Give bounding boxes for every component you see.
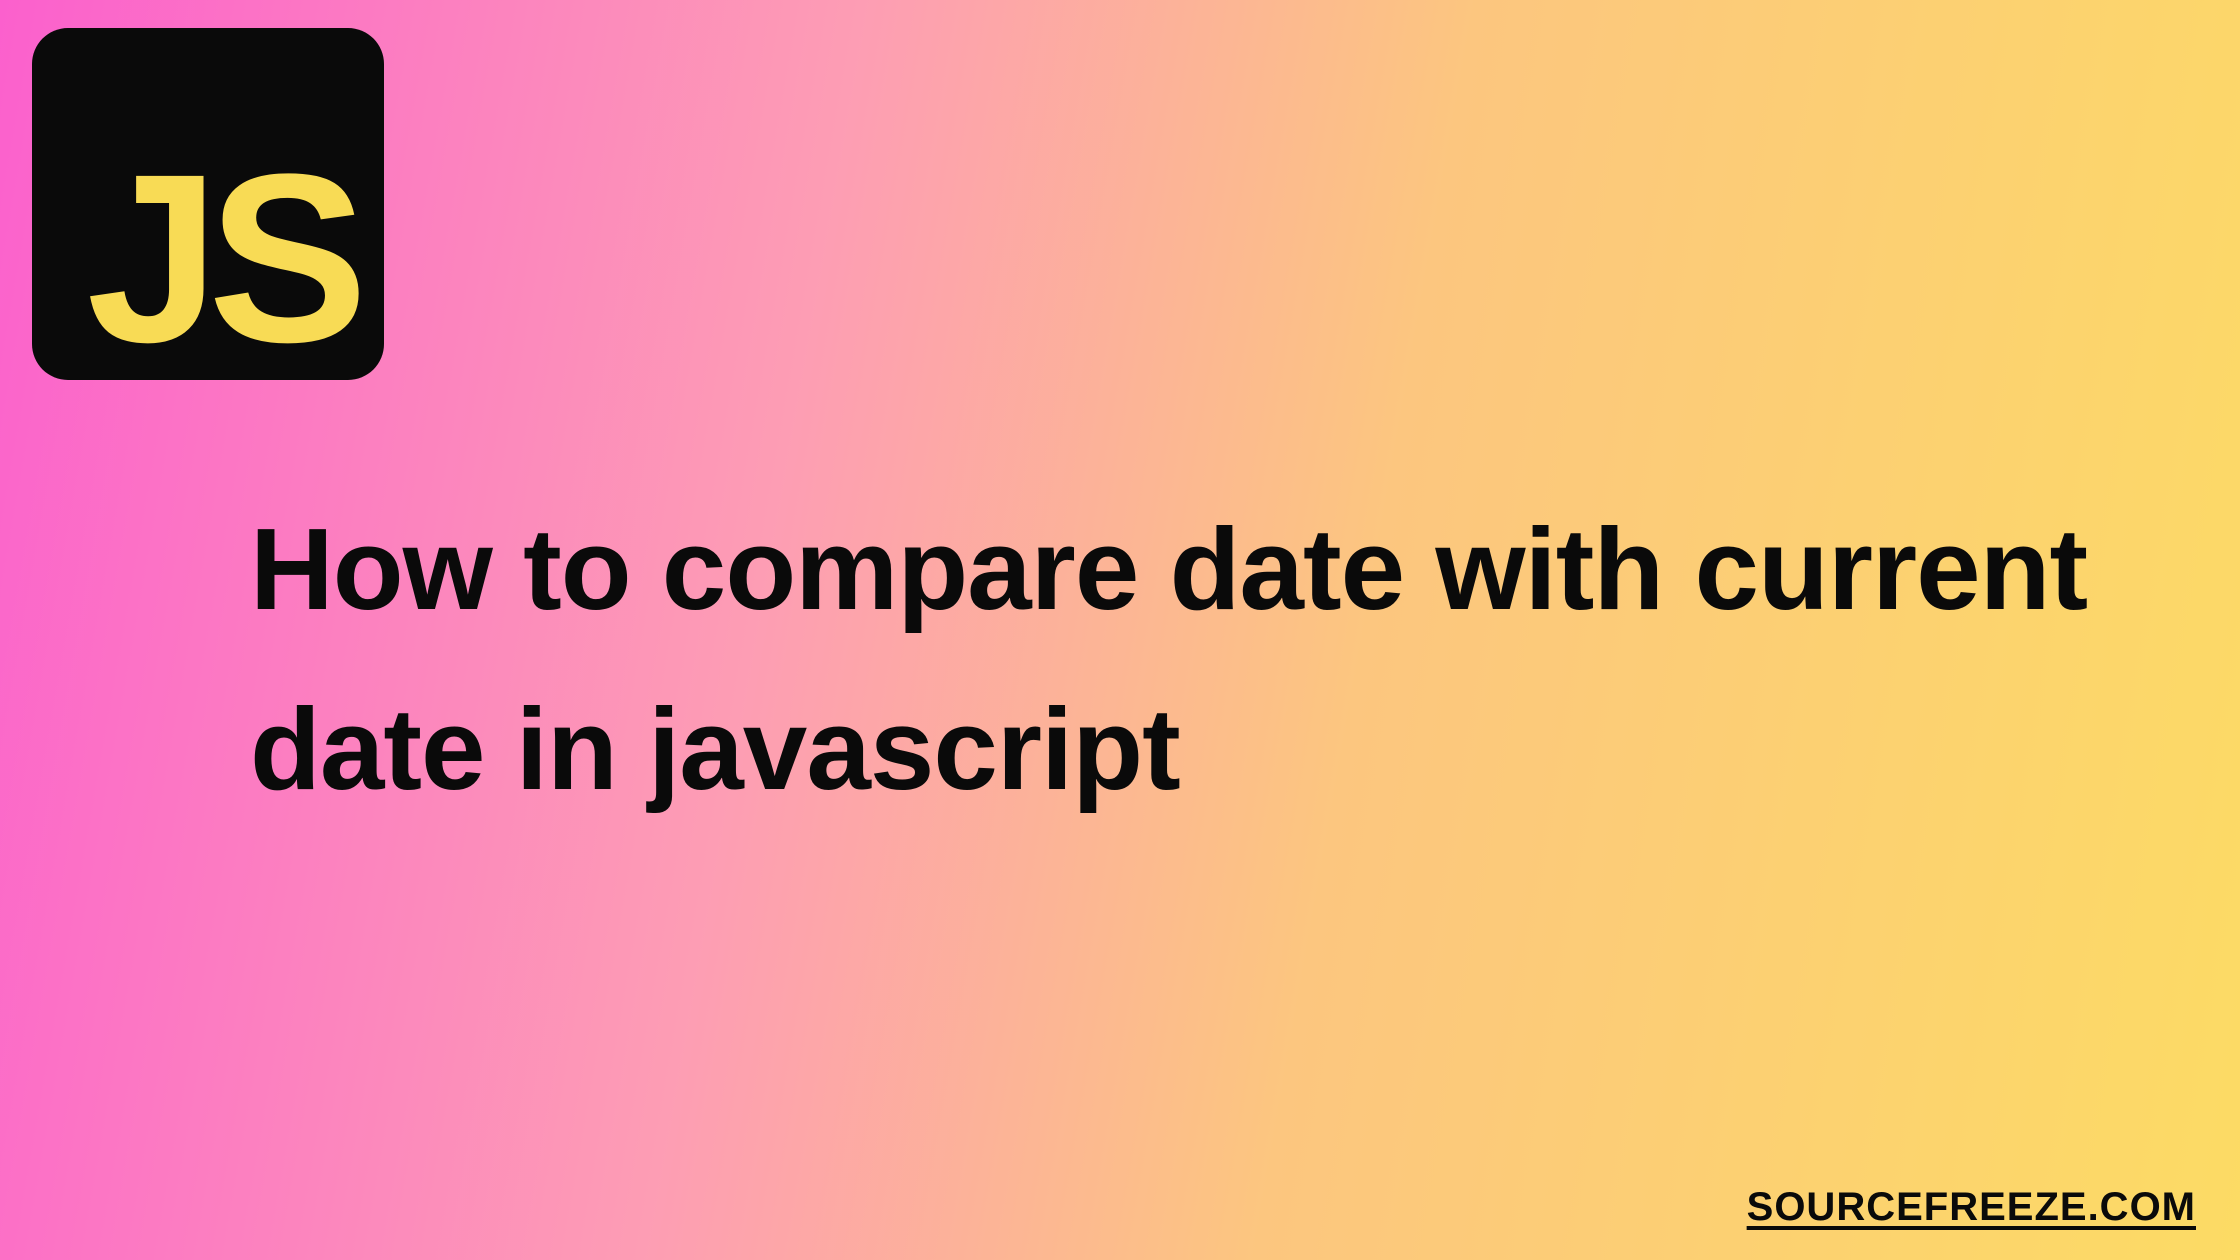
- javascript-logo: JS: [32, 28, 384, 380]
- blog-banner: JS How to compare date with current date…: [0, 0, 2240, 1260]
- article-headline: How to compare date with current date in…: [250, 480, 2100, 840]
- js-logo-text: JS: [86, 138, 356, 378]
- site-watermark: SOURCEFREEZE.COM: [1747, 1185, 2196, 1230]
